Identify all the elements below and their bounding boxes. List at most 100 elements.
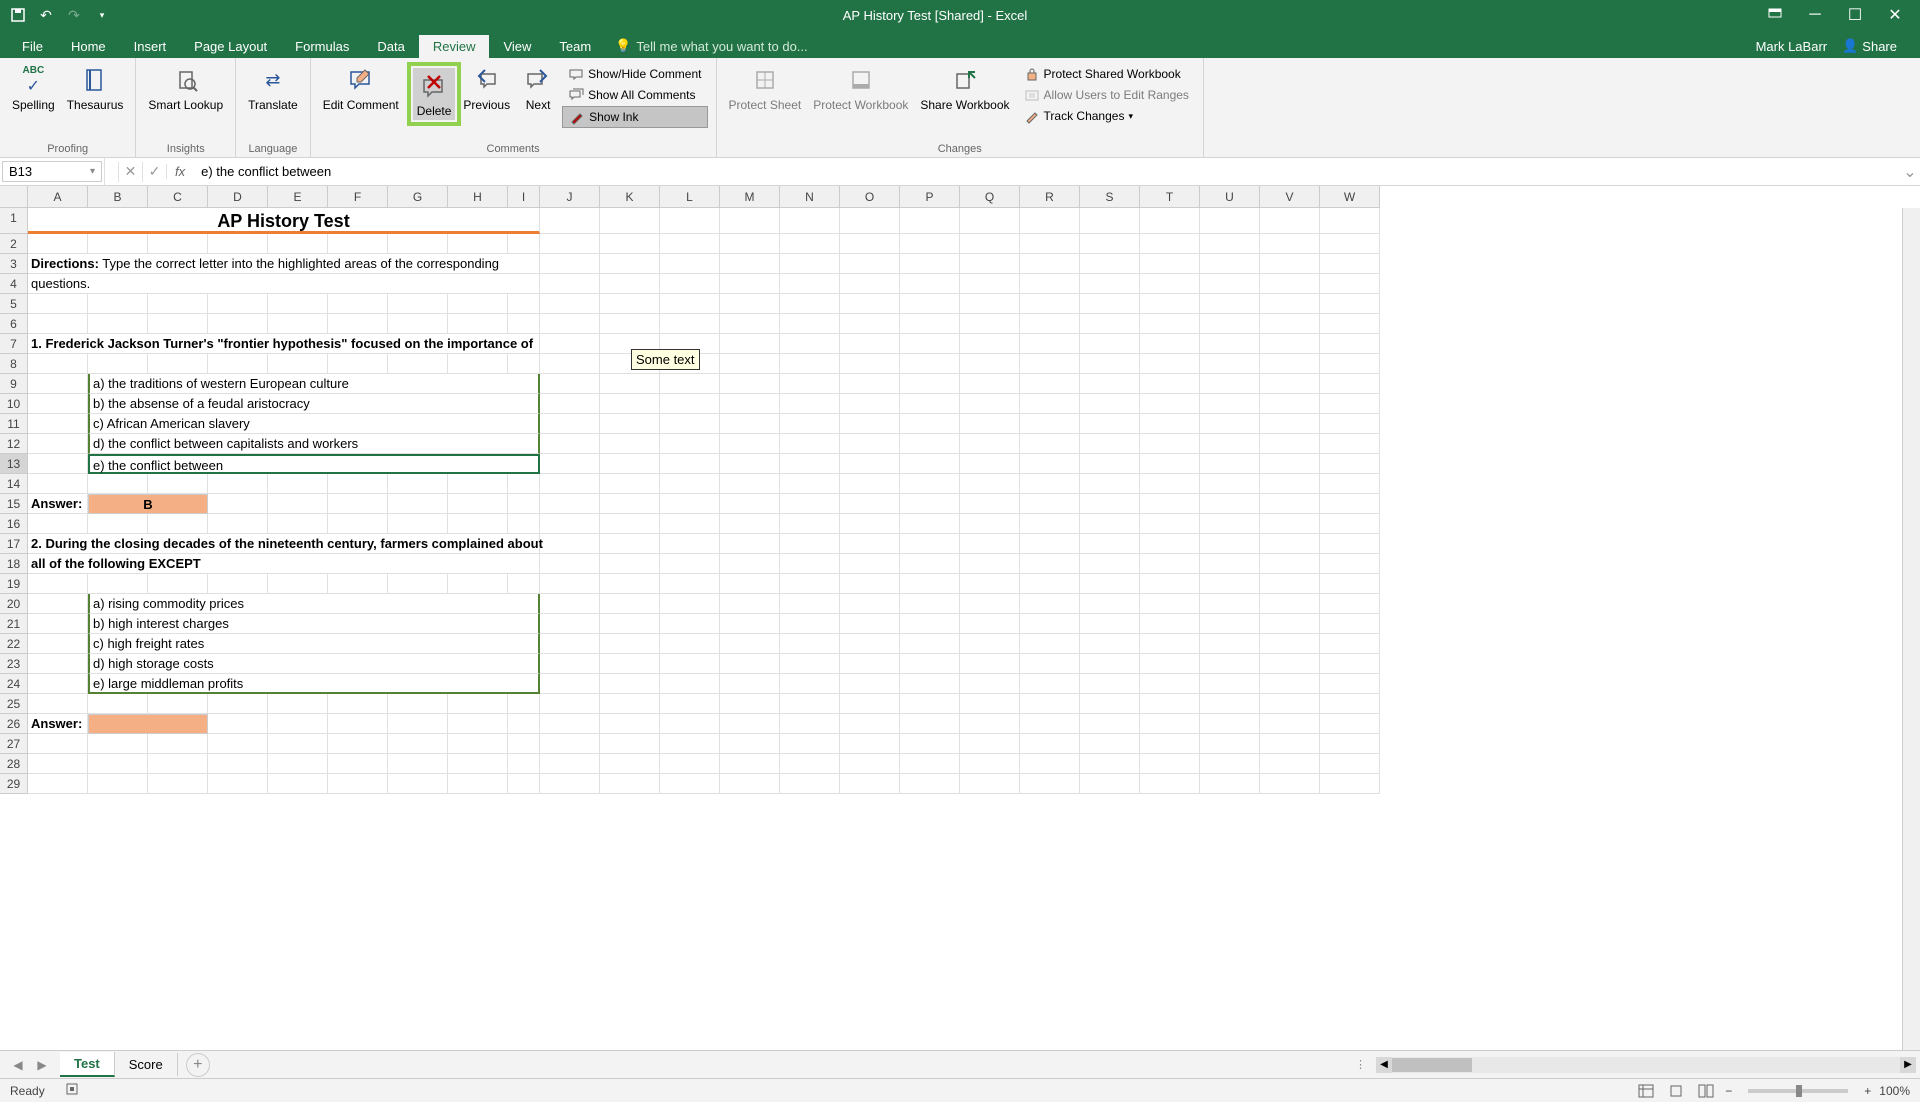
cell-K22[interactable]: [600, 634, 660, 654]
zoom-out-icon[interactable]: −: [1725, 1084, 1732, 1098]
cell-S26[interactable]: [1080, 714, 1140, 734]
cell-G6[interactable]: [388, 314, 448, 334]
cell-U18[interactable]: [1200, 554, 1260, 574]
cell-O7[interactable]: [840, 334, 900, 354]
cell-A11[interactable]: [28, 414, 88, 434]
cell-N1[interactable]: [780, 208, 840, 234]
cell-J7[interactable]: [540, 334, 600, 354]
column-header-R[interactable]: R: [1020, 186, 1080, 208]
cell-S14[interactable]: [1080, 474, 1140, 494]
cell-T22[interactable]: [1140, 634, 1200, 654]
column-header-M[interactable]: M: [720, 186, 780, 208]
cell-T28[interactable]: [1140, 754, 1200, 774]
cell-R24[interactable]: [1020, 674, 1080, 694]
protect-shared-button[interactable]: Protect Shared Workbook: [1018, 64, 1195, 84]
cell-G27[interactable]: [388, 734, 448, 754]
cell-V25[interactable]: [1260, 694, 1320, 714]
cell-O26[interactable]: [840, 714, 900, 734]
column-header-L[interactable]: L: [660, 186, 720, 208]
cell-A27[interactable]: [28, 734, 88, 754]
enter-formula-icon[interactable]: ✓: [142, 162, 166, 182]
cell-W28[interactable]: [1320, 754, 1380, 774]
cell-P22[interactable]: [900, 634, 960, 654]
cell-Q4[interactable]: [960, 274, 1020, 294]
cell-R14[interactable]: [1020, 474, 1080, 494]
cell-S17[interactable]: [1080, 534, 1140, 554]
column-header-U[interactable]: U: [1200, 186, 1260, 208]
macro-icon[interactable]: [65, 1082, 79, 1099]
cell-J22[interactable]: [540, 634, 600, 654]
column-header-V[interactable]: V: [1260, 186, 1320, 208]
cell-Q29[interactable]: [960, 774, 1020, 794]
cell-F8[interactable]: [328, 354, 388, 374]
cell-A15[interactable]: Answer:: [28, 494, 88, 514]
cell-S24[interactable]: [1080, 674, 1140, 694]
cell-V16[interactable]: [1260, 514, 1320, 534]
cell-W3[interactable]: [1320, 254, 1380, 274]
cell-S20[interactable]: [1080, 594, 1140, 614]
cell-K26[interactable]: [600, 714, 660, 734]
cell-S1[interactable]: [1080, 208, 1140, 234]
cell-L4[interactable]: [660, 274, 720, 294]
cell-N17[interactable]: [780, 534, 840, 554]
cell-A12[interactable]: [28, 434, 88, 454]
cell-O23[interactable]: [840, 654, 900, 674]
row-header-28[interactable]: 28: [0, 754, 28, 774]
cell-F5[interactable]: [328, 294, 388, 314]
column-header-O[interactable]: O: [840, 186, 900, 208]
show-all-comments-button[interactable]: Show All Comments: [562, 85, 707, 105]
column-header-S[interactable]: S: [1080, 186, 1140, 208]
spelling-button[interactable]: ABC ✓ Spelling: [8, 62, 59, 114]
cell-S5[interactable]: [1080, 294, 1140, 314]
cell-K24[interactable]: [600, 674, 660, 694]
cell-J20[interactable]: [540, 594, 600, 614]
cell-V10[interactable]: [1260, 394, 1320, 414]
cell-U14[interactable]: [1200, 474, 1260, 494]
cell-D28[interactable]: [208, 754, 268, 774]
cell-B15[interactable]: B: [88, 494, 208, 514]
cell-T14[interactable]: [1140, 474, 1200, 494]
cell-K4[interactable]: [600, 274, 660, 294]
cell-S18[interactable]: [1080, 554, 1140, 574]
cell-N27[interactable]: [780, 734, 840, 754]
cell-M18[interactable]: [720, 554, 780, 574]
cell-O8[interactable]: [840, 354, 900, 374]
cell-K19[interactable]: [600, 574, 660, 594]
select-all-corner[interactable]: [0, 186, 28, 208]
cell-O13[interactable]: [840, 454, 900, 474]
cell-G2[interactable]: [388, 234, 448, 254]
cell-L28[interactable]: [660, 754, 720, 774]
cell-C16[interactable]: [148, 514, 208, 534]
tab-insert[interactable]: Insert: [120, 35, 181, 58]
cell-J21[interactable]: [540, 614, 600, 634]
row-header-1[interactable]: 1: [0, 208, 28, 234]
cell-G25[interactable]: [388, 694, 448, 714]
cell-N16[interactable]: [780, 514, 840, 534]
cell-W21[interactable]: [1320, 614, 1380, 634]
cell-J8[interactable]: [540, 354, 600, 374]
ribbon-options-icon[interactable]: [1765, 5, 1785, 25]
cell-L29[interactable]: [660, 774, 720, 794]
cell-J24[interactable]: [540, 674, 600, 694]
cell-V26[interactable]: [1260, 714, 1320, 734]
cell-P13[interactable]: [900, 454, 960, 474]
cell-A14[interactable]: [28, 474, 88, 494]
cell-R13[interactable]: [1020, 454, 1080, 474]
cell-U11[interactable]: [1200, 414, 1260, 434]
sheet-tab-test[interactable]: Test: [60, 1052, 115, 1077]
cell-U3[interactable]: [1200, 254, 1260, 274]
cell-J1[interactable]: [540, 208, 600, 234]
cell-O9[interactable]: [840, 374, 900, 394]
cell-C5[interactable]: [148, 294, 208, 314]
cell-M12[interactable]: [720, 434, 780, 454]
split-icon[interactable]: ⋮: [1345, 1058, 1376, 1071]
cell-L11[interactable]: [660, 414, 720, 434]
cell-P1[interactable]: [900, 208, 960, 234]
cell-B14[interactable]: [88, 474, 148, 494]
cell-W29[interactable]: [1320, 774, 1380, 794]
cell-W18[interactable]: [1320, 554, 1380, 574]
cell-M15[interactable]: [720, 494, 780, 514]
cell-S6[interactable]: [1080, 314, 1140, 334]
cell-U12[interactable]: [1200, 434, 1260, 454]
cell-S3[interactable]: [1080, 254, 1140, 274]
